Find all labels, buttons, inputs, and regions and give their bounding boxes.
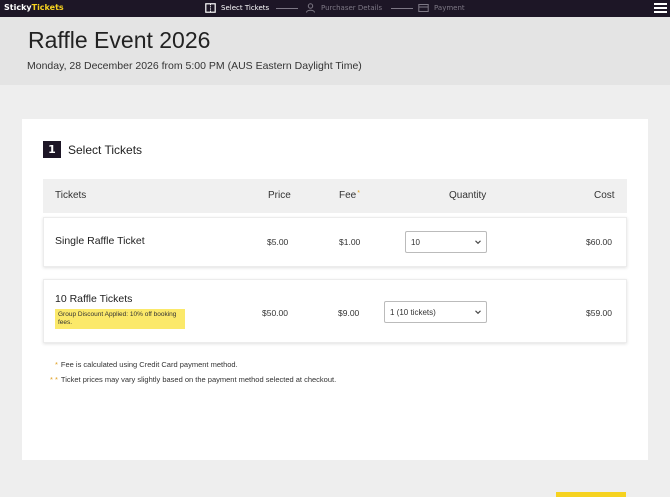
section-title: Select Tickets bbox=[68, 142, 143, 157]
event-header: Raffle Event 2026 Monday, 28 December 20… bbox=[0, 17, 670, 85]
col-price: Price bbox=[268, 190, 291, 201]
quantity-value: 10 bbox=[411, 237, 420, 247]
step-connector bbox=[276, 8, 298, 9]
fee-asterisk: * bbox=[357, 190, 360, 197]
step-label: Purchaser Details bbox=[321, 4, 383, 12]
logo-text: Sticky bbox=[4, 3, 32, 12]
quantity-select[interactable]: 10 bbox=[405, 231, 487, 253]
event-date: Monday, 28 December 2026 from 5:00 PM (A… bbox=[27, 60, 362, 72]
table-header: Tickets Price Fee* Quantity Cost bbox=[43, 179, 627, 213]
ticket-price: $50.00 bbox=[262, 308, 288, 318]
user-icon bbox=[306, 3, 315, 13]
col-fee: Fee* bbox=[339, 190, 360, 201]
ticket-cost: $59.00 bbox=[586, 308, 612, 318]
ticket-selection-card: 1 Select Tickets Tickets Price Fee* Quan… bbox=[22, 119, 648, 460]
note-marker: * * bbox=[50, 375, 58, 384]
card-icon bbox=[418, 4, 429, 12]
ticket-cost: $60.00 bbox=[586, 237, 612, 247]
discount-badge: Group Discount Applied: 10% off booking … bbox=[55, 309, 185, 329]
hamburger-menu-icon[interactable] bbox=[654, 3, 667, 14]
chevron-down-icon bbox=[475, 240, 481, 245]
quantity-select[interactable]: 1 (10 tickets) bbox=[384, 301, 487, 323]
ticket-name: 10 Raffle Tickets bbox=[55, 293, 133, 305]
event-title: Raffle Event 2026 bbox=[28, 27, 211, 53]
ticket-price: $5.00 bbox=[267, 237, 289, 247]
note-text: Fee is calculated using Credit Card paym… bbox=[60, 360, 238, 369]
step-payment: Payment bbox=[418, 3, 465, 13]
section-number: 1 bbox=[43, 141, 61, 158]
step-select-tickets: Select Tickets bbox=[205, 3, 269, 13]
step-purchaser-details: Purchaser Details bbox=[305, 3, 382, 13]
ticket-fee: $1.00 bbox=[339, 237, 361, 247]
col-quantity: Quantity bbox=[449, 190, 487, 201]
col-tickets: Tickets bbox=[55, 190, 87, 201]
ticket-fee: $9.00 bbox=[338, 308, 360, 318]
price-note: * * Ticket prices may vary slightly based… bbox=[50, 375, 336, 384]
step-connector bbox=[391, 8, 413, 9]
step-label: Select Tickets bbox=[221, 4, 270, 12]
section-heading: 1 Select Tickets bbox=[43, 141, 142, 158]
col-cost: Cost bbox=[594, 190, 615, 201]
step-label: Payment bbox=[434, 4, 465, 12]
ticket-row: 10 Raffle Tickets Group Discount Applied… bbox=[43, 279, 627, 343]
chevron-down-icon bbox=[475, 310, 481, 315]
logo-accent-text: Tickets bbox=[31, 3, 64, 12]
ticket-row: Single Raffle Ticket $5.00 $1.00 10 $60.… bbox=[43, 217, 627, 267]
top-bar: StickyTickets Select Tickets Purchaser D… bbox=[0, 0, 670, 17]
col-fee-label: Fee bbox=[339, 190, 357, 201]
ticket-name: Single Raffle Ticket bbox=[55, 235, 145, 247]
ticket-icon bbox=[205, 3, 216, 13]
continue-button-edge[interactable] bbox=[556, 492, 626, 497]
quantity-value: 1 (10 tickets) bbox=[390, 307, 436, 317]
note-marker: * bbox=[55, 360, 58, 369]
fee-note: * Fee is calculated using Credit Card pay… bbox=[55, 360, 238, 369]
logo[interactable]: StickyTickets bbox=[4, 3, 64, 13]
note-text: Ticket prices may vary slightly based on… bbox=[60, 375, 337, 384]
